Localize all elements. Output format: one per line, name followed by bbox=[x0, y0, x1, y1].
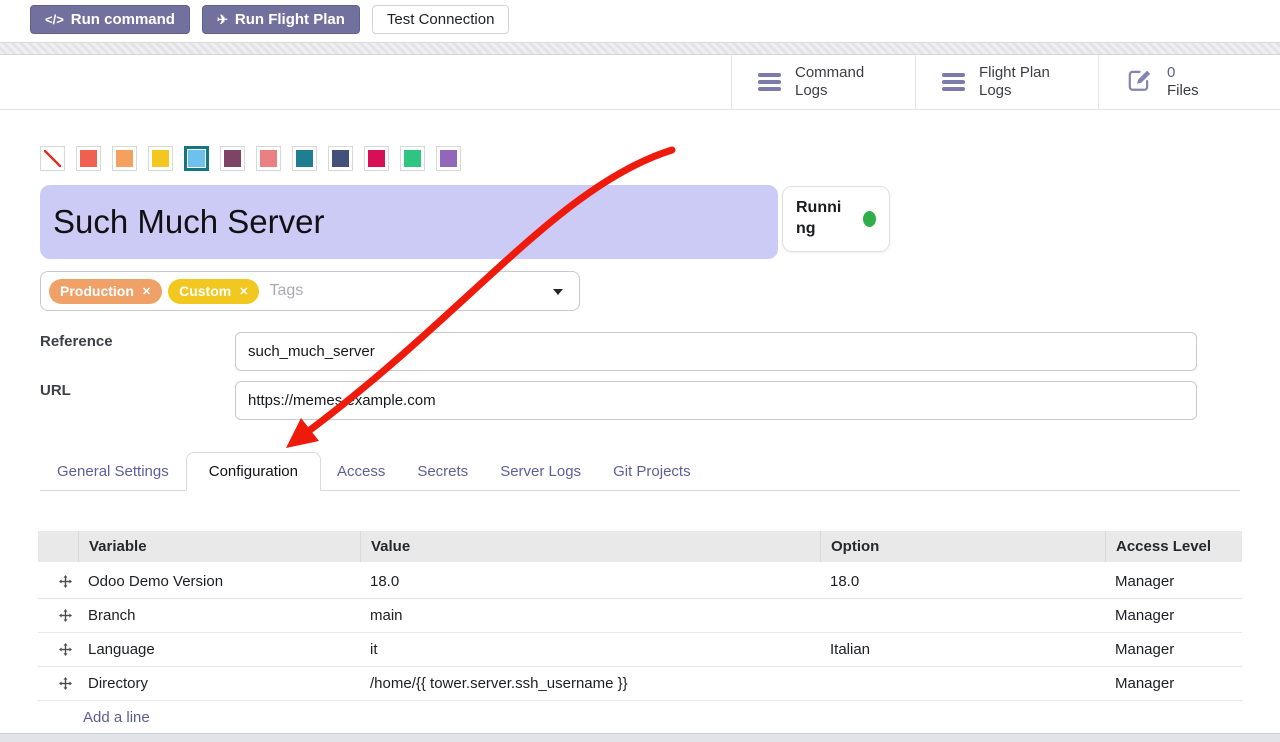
list-icon bbox=[942, 73, 965, 91]
tag-label: Custom bbox=[179, 283, 231, 299]
cell-option[interactable] bbox=[820, 599, 1105, 632]
url-input[interactable]: https://memes.example.com bbox=[235, 381, 1197, 420]
tags-input[interactable]: Production ✕ Custom ✕ Tags bbox=[40, 271, 580, 311]
remove-tag-icon[interactable]: ✕ bbox=[239, 285, 248, 298]
server-form-page: </> Run command ✈ Run Flight Plan Test C… bbox=[0, 0, 1280, 742]
header-variable: Variable bbox=[78, 531, 360, 562]
table-body: Odoo Demo Version 18.0 18.0 Manager Bran… bbox=[38, 565, 1242, 734]
color-swatch-green[interactable] bbox=[400, 146, 425, 171]
command-logs-stat-button[interactable]: Command Logs bbox=[731, 55, 915, 109]
header-value: Value bbox=[360, 531, 820, 562]
list-icon bbox=[758, 73, 781, 91]
cell-value[interactable]: main bbox=[360, 599, 820, 632]
cell-value[interactable]: /home/{{ tower.server.ssh_username }} bbox=[360, 667, 820, 700]
notebook-tabs: General Settings Configuration Access Se… bbox=[40, 452, 1240, 491]
tag-label: Production bbox=[60, 283, 134, 299]
flight-plan-logs-stat-button[interactable]: Flight Plan Logs bbox=[915, 55, 1098, 109]
color-swatch-purple[interactable] bbox=[436, 146, 461, 171]
table-row[interactable]: Odoo Demo Version 18.0 18.0 Manager bbox=[38, 565, 1242, 599]
run-flight-plan-button[interactable]: ✈ Run Flight Plan bbox=[202, 5, 360, 34]
add-a-line-link[interactable]: Add a line bbox=[83, 709, 150, 726]
tab-server-logs[interactable]: Server Logs bbox=[484, 452, 597, 490]
edit-square-icon bbox=[1125, 67, 1153, 98]
flight-plan-logs-label: Flight Plan Logs bbox=[979, 64, 1071, 101]
header-access-level: Access Level bbox=[1105, 531, 1242, 562]
drag-handle-icon[interactable] bbox=[38, 633, 78, 666]
bottom-divider-strip bbox=[0, 733, 1280, 742]
color-swatch-none[interactable] bbox=[40, 146, 65, 171]
tab-git-projects[interactable]: Git Projects bbox=[597, 452, 707, 490]
color-swatch-yellow[interactable] bbox=[148, 146, 173, 171]
tag-pill-production: Production ✕ bbox=[49, 279, 162, 304]
color-swatch-orange[interactable] bbox=[112, 146, 137, 171]
color-swatch-salmon[interactable] bbox=[256, 146, 281, 171]
action-button-bar: </> Run command ✈ Run Flight Plan Test C… bbox=[0, 0, 1280, 40]
test-connection-label: Test Connection bbox=[387, 11, 495, 28]
table-header-row: Variable Value Option Access Level bbox=[38, 531, 1242, 562]
tab-general-settings[interactable]: General Settings bbox=[40, 452, 186, 490]
cell-variable[interactable]: Odoo Demo Version bbox=[78, 565, 360, 598]
configuration-table: Variable Value Option Access Level Odoo … bbox=[38, 531, 1242, 734]
color-swatch-magenta[interactable] bbox=[364, 146, 389, 171]
cell-variable[interactable]: Language bbox=[78, 633, 360, 666]
code-icon: </> bbox=[45, 12, 64, 27]
table-row[interactable]: Directory /home/{{ tower.server.ssh_user… bbox=[38, 667, 1242, 701]
tags-placeholder: Tags bbox=[269, 282, 303, 300]
status-badge: Running bbox=[782, 186, 890, 252]
remove-tag-icon[interactable]: ✕ bbox=[142, 285, 151, 298]
header-handle-col bbox=[38, 531, 78, 562]
header-option: Option bbox=[820, 531, 1105, 562]
drag-handle-icon[interactable] bbox=[38, 565, 78, 598]
tab-access[interactable]: Access bbox=[321, 452, 401, 490]
status-label: Running bbox=[796, 198, 850, 240]
cell-option[interactable]: Italian bbox=[820, 633, 1105, 666]
tab-configuration[interactable]: Configuration bbox=[186, 452, 321, 491]
color-swatch-dark-blue[interactable] bbox=[328, 146, 353, 171]
cell-access[interactable]: Manager bbox=[1105, 667, 1242, 700]
url-label: URL bbox=[40, 382, 71, 399]
plane-icon: ✈ bbox=[217, 12, 228, 28]
run-flight-plan-label: Run Flight Plan bbox=[235, 11, 345, 28]
cell-variable[interactable]: Directory bbox=[78, 667, 360, 700]
cell-access[interactable]: Manager bbox=[1105, 565, 1242, 598]
color-swatch-teal[interactable] bbox=[292, 146, 317, 171]
color-palette bbox=[40, 146, 461, 171]
color-swatch-red[interactable] bbox=[76, 146, 101, 171]
tag-pill-custom: Custom ✕ bbox=[168, 279, 259, 304]
table-row[interactable]: Language it Italian Manager bbox=[38, 633, 1242, 667]
command-logs-label: Command Logs bbox=[795, 64, 887, 101]
cell-value[interactable]: it bbox=[360, 633, 820, 666]
status-running-dot bbox=[863, 211, 876, 227]
run-command-label: Run command bbox=[71, 11, 175, 28]
color-swatch-light-blue-selected[interactable] bbox=[184, 146, 209, 171]
run-command-button[interactable]: </> Run command bbox=[30, 5, 190, 34]
cell-variable[interactable]: Branch bbox=[78, 599, 360, 632]
test-connection-button[interactable]: Test Connection bbox=[372, 5, 510, 34]
cell-access[interactable]: Manager bbox=[1105, 633, 1242, 666]
reference-input[interactable]: such_much_server bbox=[235, 332, 1197, 371]
panel-divider-strip bbox=[0, 42, 1280, 55]
cell-option[interactable]: 18.0 bbox=[820, 565, 1105, 598]
files-stat-button[interactable]: 0 Files bbox=[1098, 55, 1280, 109]
reference-label: Reference bbox=[40, 333, 113, 350]
color-swatch-dark-purple[interactable] bbox=[220, 146, 245, 171]
stat-button-bar: Command Logs Flight Plan Logs 0 Files bbox=[0, 55, 1280, 110]
cell-option[interactable] bbox=[820, 667, 1105, 700]
files-count: 0 bbox=[1167, 64, 1199, 82]
tab-secrets[interactable]: Secrets bbox=[401, 452, 484, 490]
add-line-row: Add a line bbox=[38, 701, 1242, 734]
files-stat-text: 0 Files bbox=[1167, 64, 1199, 101]
drag-handle-icon[interactable] bbox=[38, 599, 78, 632]
table-row[interactable]: Branch main Manager bbox=[38, 599, 1242, 633]
drag-handle-icon[interactable] bbox=[38, 667, 78, 700]
cell-value[interactable]: 18.0 bbox=[360, 565, 820, 598]
cell-access[interactable]: Manager bbox=[1105, 599, 1242, 632]
no-color-icon bbox=[44, 150, 61, 167]
chevron-down-icon[interactable] bbox=[553, 289, 563, 295]
files-label: Files bbox=[1167, 82, 1199, 100]
server-name-input[interactable]: Such Much Server bbox=[40, 185, 778, 259]
